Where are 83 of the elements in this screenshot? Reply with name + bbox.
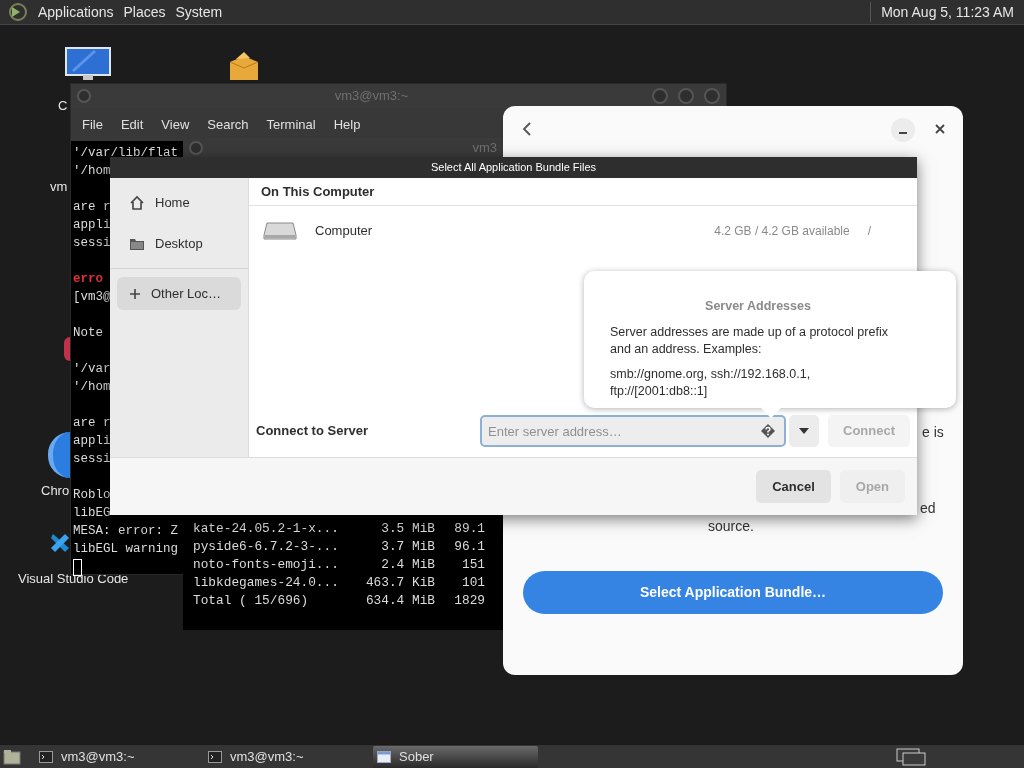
popover-text: smb://gnome.org, ssh://192.168.0.1, ftp://[2001:db8::1] [610,365,812,400]
sidebar-item[interactable]: Other Loc… [117,277,241,310]
terminal-line: libEGL warning [73,541,179,558]
terminal-cell-text: 2.4 MiB [380,556,435,574]
section-heading: On This Computer [261,182,375,201]
terminal-cell-text: 96.1 [453,538,485,556]
location-name[interactable]: Computer [315,221,373,241]
dialog-title: Select All Application Bundle Files [430,160,597,176]
terminal-line: libEG [73,505,111,522]
terminal-cell-text: pyside6-6.7.2-3-... [193,538,340,556]
caret-icon [799,428,809,434]
menu-item[interactable]: Edit [113,114,151,135]
window-icon [377,750,391,763]
terminal-cell-text: libkdegames-24.0... [193,574,340,592]
popover-title: Server Addresses [704,298,812,315]
terminal-cell-text: 3.5 MiB [380,520,435,538]
logo-icon[interactable] [8,2,28,22]
cancel-button[interactable]: Cancel [756,470,831,503]
terminal-line: are r [73,415,111,432]
menu-item[interactable]: View [154,114,197,135]
drive-icon [263,221,297,241]
desktop-icon-label: C [58,97,68,115]
terminal-line: '/var/lib/flat [73,145,179,162]
panel-menu[interactable]: System [170,1,228,23]
monitor-icon[interactable] [65,47,111,81]
terminal-line: '/hom [73,379,111,396]
terminal-cursor [73,559,82,576]
menu-item[interactable]: Search [200,114,256,135]
terminal-line: appli [73,433,111,450]
terminal-line: '/hom [73,163,111,180]
desktop-icon-label: Chro [41,482,70,500]
body-text: ed [920,499,936,518]
terminal-cell-text: Total ( 15/696) [193,592,310,610]
terminal-cell-text: 634.4 MiB [364,592,435,610]
terminal-line: Note [73,325,103,342]
terminal-line: Roblo [73,487,111,504]
app-icon[interactable] [64,337,70,361]
terminal-cell-text: 3.7 MiB [380,538,435,556]
error-line: erro [73,271,103,288]
terminal-icon [39,750,53,763]
menu-item[interactable]: Help [326,114,368,135]
panel-menu[interactable]: Applications [33,1,119,23]
menu-item[interactable]: File [75,114,110,135]
plus-icon [129,287,141,300]
terminal-line: '/var [73,361,111,378]
minimize-button[interactable] [891,118,915,142]
body-text: e is [922,423,944,442]
home-icon [129,194,145,211]
select-bundle-button[interactable]: Select Application Bundle… [523,571,943,614]
terminal-line: MESA: error: Z [73,523,179,540]
dropdown-button[interactable] [789,415,819,447]
terminal-cell-text: 1829 [453,592,485,610]
mount-point: / [867,223,871,240]
terminal-line: [vm3@ [73,289,111,306]
body-text: source. [708,517,754,536]
terminal-icon [208,750,222,763]
terminal-line: sessi [73,451,111,468]
clock[interactable]: Mon Aug 5, 11:23 AM [881,1,1014,23]
taskbar-button[interactable]: Sober [373,745,538,768]
sidebar-item[interactable]: Home [117,186,241,219]
menu-item[interactable]: Terminal [259,114,323,135]
terminal-line: sessi [73,235,111,252]
network-icon[interactable] [896,747,926,766]
terminal-cell-text: 89.1 [453,520,485,538]
connect-label: Connect to Server [256,422,369,441]
terminal-line: appli [73,217,111,234]
server-address-field[interactable]: Enter server address… [480,415,786,447]
show-desktop-icon[interactable] [3,748,21,765]
terminal-cell-text: noto-fonts-emoji... [193,556,340,574]
popover-text: Server addresses are made up of a protocol prefix and an address. Examples: [610,323,889,358]
desktop-icon-label: vm [50,178,68,196]
terminal-cell-text: kate-24.05.2-1-x... [193,520,340,538]
disk-usage: 4.2 GB / 4.2 GB available [714,223,850,240]
terminal-cell-text: 463.7 KiB [364,574,435,592]
close-icon[interactable] [934,123,946,135]
circle-app-icon[interactable] [48,432,70,478]
sidebar-item[interactable]: Desktop [117,227,241,260]
package-icon[interactable] [228,52,260,82]
terminal-cell-text: 101 [460,574,485,592]
terminal-line: are r [73,199,111,216]
terminal-cell-text: 151 [460,556,485,574]
panel-menu[interactable]: Places [118,1,171,23]
help-icon[interactable] [760,423,776,439]
